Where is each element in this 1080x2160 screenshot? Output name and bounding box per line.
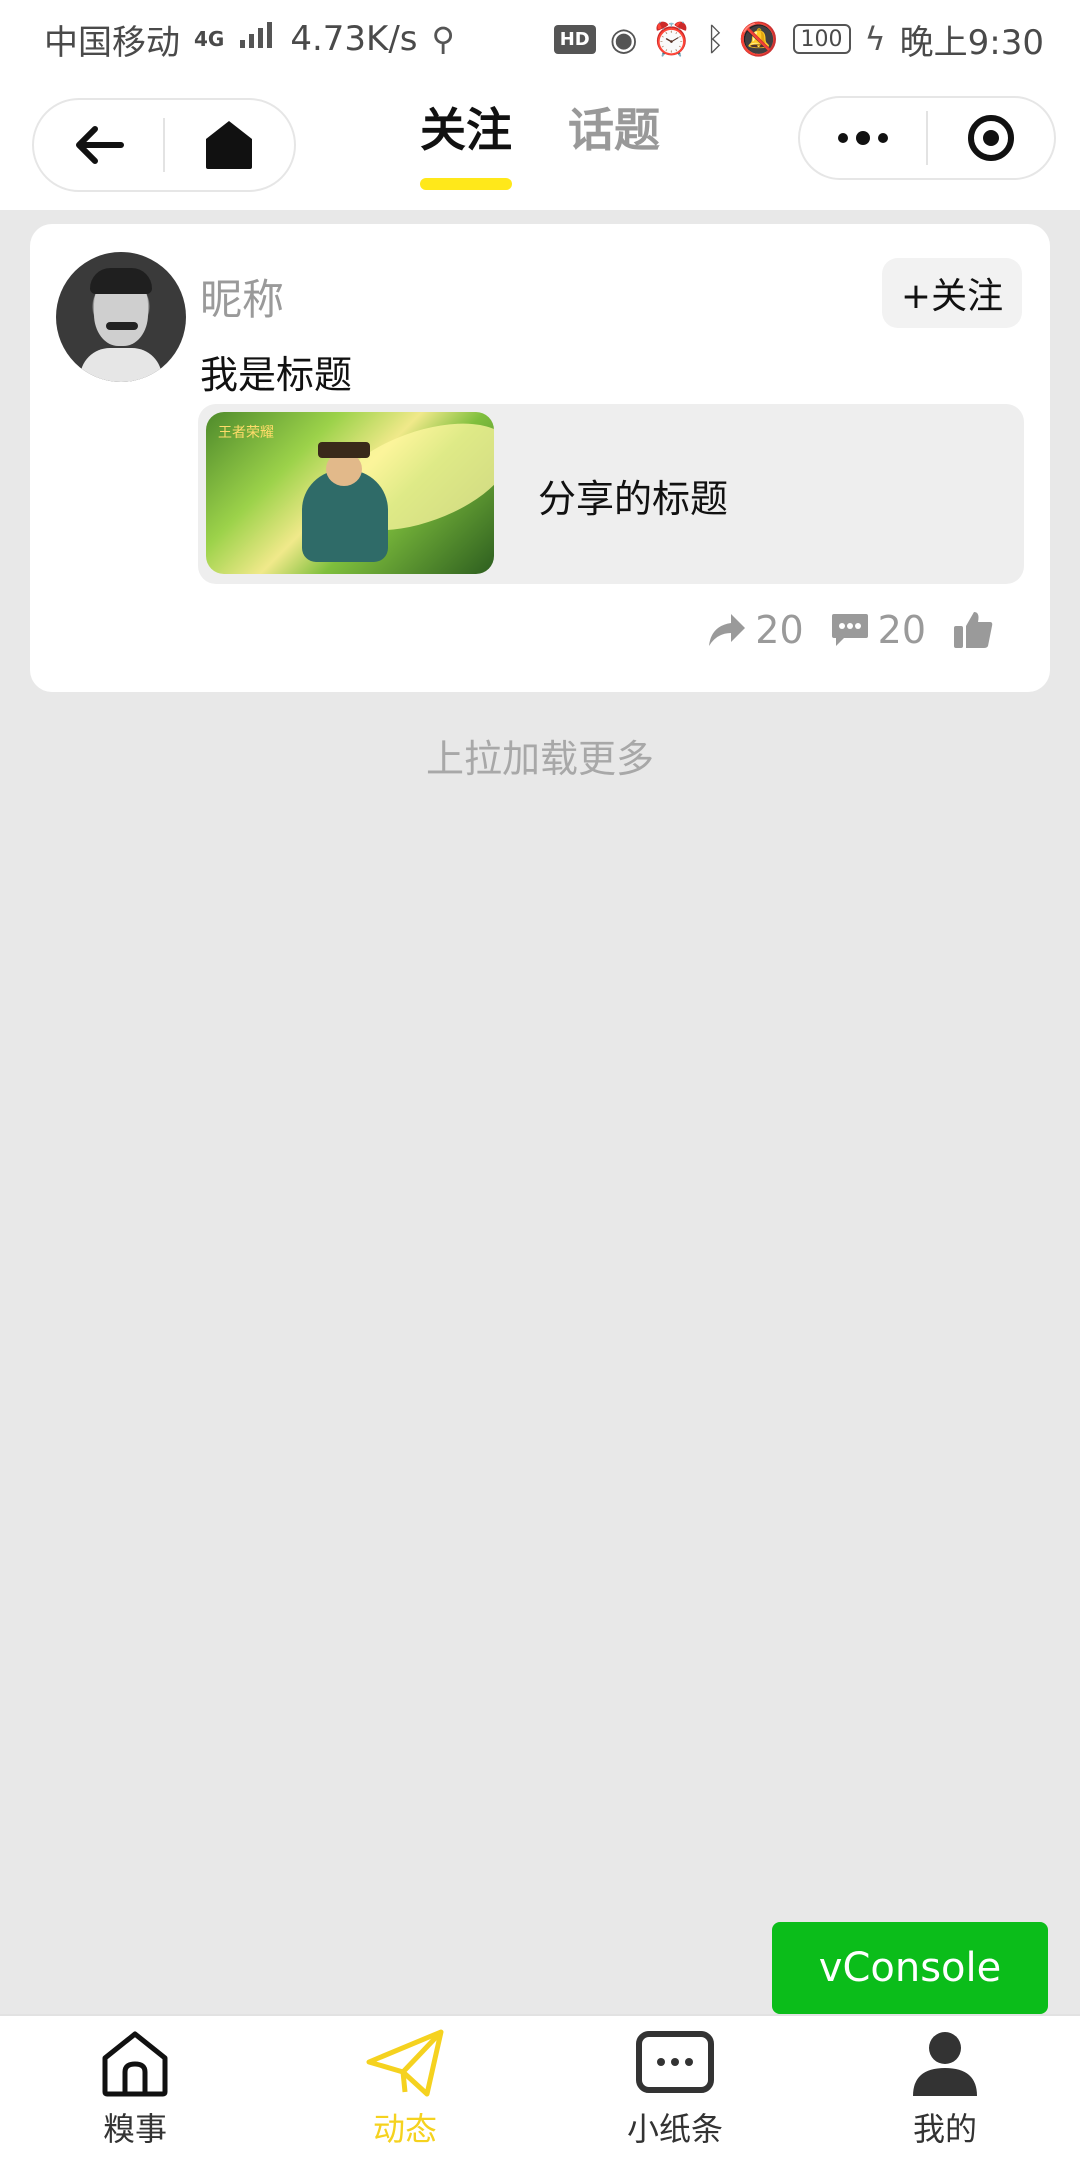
bottom-tab-bar: 糗事 动态 小纸条 我的 — [0, 2014, 1080, 2160]
close-program-button[interactable] — [928, 98, 1054, 178]
paper-plane-icon — [366, 2029, 444, 2097]
tab-follow[interactable]: 关注 — [420, 94, 512, 190]
shared-content[interactable]: 王者荣耀 分享的标题 — [198, 404, 1024, 584]
tab-topic[interactable]: 话题 — [568, 94, 660, 190]
post-title: 我是标题 — [200, 353, 353, 397]
comment-count: 20 — [877, 608, 926, 652]
avatar[interactable] — [56, 252, 186, 382]
tabbar-label: 我的 — [912, 2110, 977, 2148]
net-speed: 4.73K/s — [290, 19, 418, 59]
thumbs-up-icon — [954, 612, 993, 648]
mute-icon: 🔕 — [738, 20, 779, 58]
tabbar-item-note[interactable]: 小纸条 — [540, 2016, 810, 2160]
tabbar-label: 动态 — [372, 2110, 437, 2148]
target-circle-icon — [967, 115, 1014, 161]
home-icon — [102, 2031, 168, 2097]
tabbar-item-mine[interactable]: 我的 — [810, 2016, 1080, 2160]
usb-icon: ⚲ — [431, 20, 455, 58]
like-action[interactable] — [952, 610, 994, 650]
battery-icon: 100 — [792, 24, 851, 54]
shared-title: 分享的标题 — [538, 477, 729, 521]
mini-program-capsule — [798, 96, 1056, 180]
back-button[interactable] — [34, 100, 163, 190]
user-nickname[interactable]: 昵称 — [200, 266, 284, 327]
load-more-hint: 上拉加载更多 — [425, 737, 654, 781]
tabbar-label: 糗事 — [102, 2110, 167, 2148]
battery-level: 100 — [800, 26, 843, 52]
post-actions: 20 20 — [707, 608, 994, 652]
shared-thumbnail: 王者荣耀 — [206, 412, 494, 574]
carrier-label: 中国移动 — [44, 22, 180, 63]
message-icon — [636, 2031, 714, 2093]
follow-button[interactable]: +关注 — [882, 258, 1022, 328]
signal-icon — [238, 19, 276, 59]
hd-badge: HD — [553, 24, 596, 54]
more-button[interactable] — [800, 98, 926, 178]
tabbar-label: 小纸条 — [626, 2110, 723, 2148]
share-count: 20 — [755, 608, 804, 652]
comment-action[interactable]: 20 — [830, 608, 926, 652]
charging-icon: ϟ — [864, 20, 886, 58]
tabbar-item-qiushi[interactable]: 糗事 — [0, 2016, 270, 2160]
clock: 晚上9:30 — [899, 22, 1044, 63]
nav-capsule-left — [32, 98, 296, 192]
back-arrow-icon — [75, 126, 124, 164]
vconsole-button[interactable]: vConsole — [772, 1922, 1048, 2014]
bluetooth-icon: ᛒ — [705, 20, 725, 58]
network-type: 4G — [194, 27, 225, 51]
more-dots-icon — [838, 131, 888, 145]
alarm-icon: ⏰ — [651, 20, 692, 58]
comment-icon — [831, 614, 868, 646]
eye-icon: ◉ — [609, 20, 638, 58]
top-tabs: 关注 话题 — [420, 94, 660, 190]
status-bar: 中国移动 4G 4.73K/s ⚲ HD ◉ ⏰ ᛒ 🔕 100 ϟ 晚上9:3… — [0, 0, 1080, 78]
share-arrow-icon — [709, 614, 746, 646]
home-shape-icon — [206, 121, 253, 169]
thumbnail-logo: 王者荣耀 — [218, 425, 274, 441]
nav-header: 关注 话题 — [0, 78, 1080, 210]
user-icon — [913, 2032, 977, 2096]
home-button[interactable] — [165, 100, 294, 190]
tabbar-item-dongtai[interactable]: 动态 — [270, 2016, 540, 2160]
post-card[interactable]: 昵称 +关注 我是标题 王者荣耀 分享的标题 20 20 — [30, 224, 1050, 692]
share-action[interactable]: 20 — [707, 608, 804, 652]
